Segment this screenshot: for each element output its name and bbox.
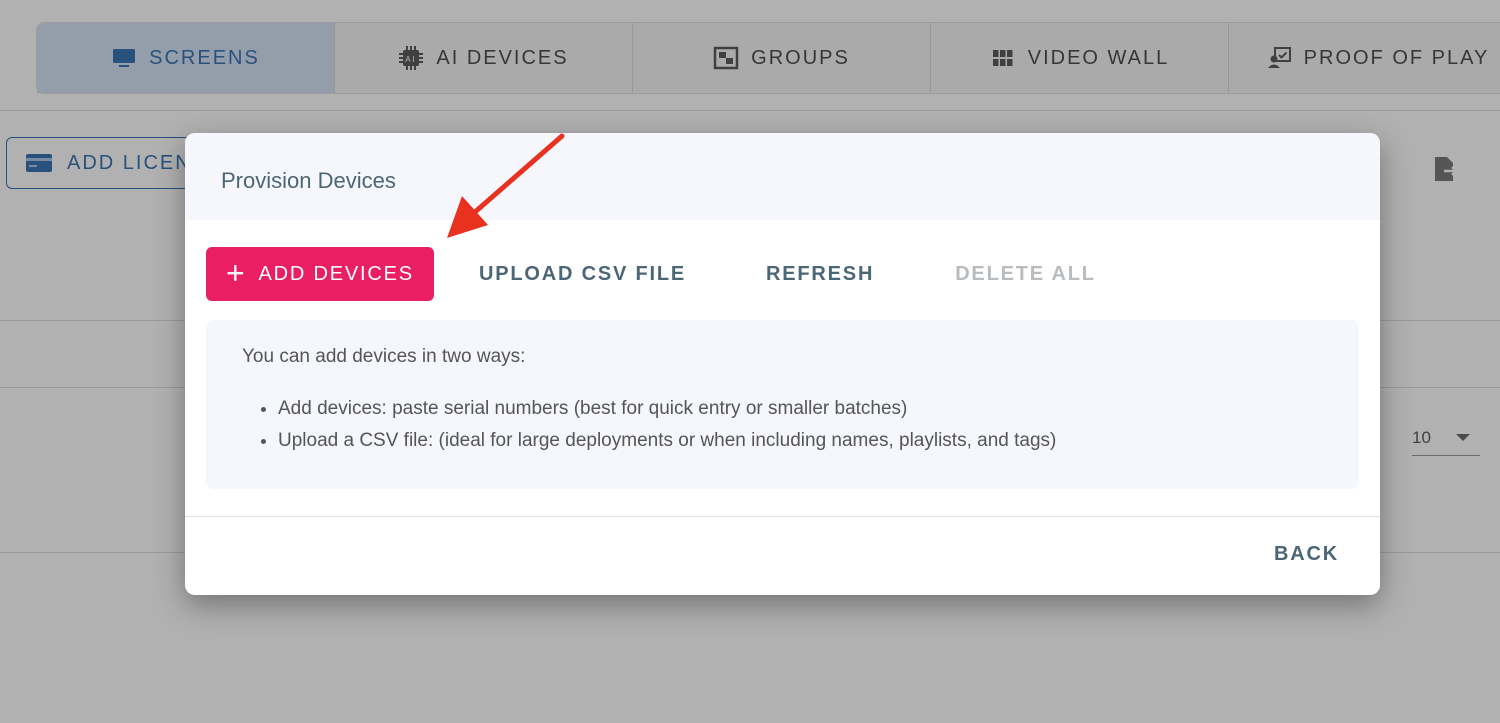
dialog-title: Provision Devices (221, 167, 396, 193)
info-intro: You can add devices in two ways: (242, 346, 526, 367)
list-item: Add devices: paste serial numbers (best … (278, 398, 1323, 420)
provision-devices-dialog: Provision Devices + ADD DEVICES UPLOAD C… (185, 133, 1380, 595)
delete-all-button[interactable]: DELETE ALL (955, 263, 1096, 286)
dialog-header: Provision Devices (185, 133, 1380, 220)
info-box: You can add devices in two ways: Add dev… (206, 320, 1359, 489)
add-devices-label: ADD DEVICES (258, 262, 414, 285)
dialog-actions: + ADD DEVICES UPLOAD CSV FILE REFRESH DE… (206, 247, 1096, 301)
refresh-button[interactable]: REFRESH (766, 263, 874, 286)
info-list: Add devices: paste serial numbers (best … (242, 398, 1323, 452)
dialog-divider (185, 516, 1380, 517)
list-item: Upload a CSV file: (ideal for large depl… (278, 430, 1323, 452)
add-devices-button[interactable]: + ADD DEVICES (206, 247, 434, 301)
back-button[interactable]: BACK (1274, 543, 1339, 566)
upload-csv-button[interactable]: UPLOAD CSV FILE (479, 263, 686, 286)
plus-icon: + (226, 254, 247, 291)
